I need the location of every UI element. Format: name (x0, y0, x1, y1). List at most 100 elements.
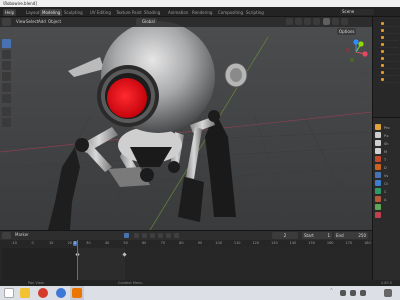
current-frame-field[interactable]: 2 (272, 232, 298, 239)
tab-texture-paint[interactable]: Texture Paint (114, 9, 144, 16)
shading-rendered-icon[interactable] (341, 18, 348, 25)
properties-section-label[interactable]: C (384, 190, 386, 194)
notifications-icon[interactable] (384, 289, 392, 297)
tab-compositing[interactable]: Compositing (216, 9, 245, 16)
network-icon[interactable] (340, 290, 346, 296)
outliner-panel[interactable] (372, 17, 400, 117)
options-dropdown[interactable]: Options (337, 28, 357, 35)
ruler-tick-label: 110 (233, 241, 241, 245)
properties-section-label[interactable]: T (384, 158, 386, 162)
outliner-row[interactable] (379, 49, 399, 55)
move-tool-icon[interactable] (2, 61, 11, 70)
render-properties-icon[interactable] (375, 132, 381, 138)
properties-section-label[interactable]: A (384, 198, 386, 202)
outliner-row[interactable] (379, 56, 399, 62)
properties-panel[interactable]: Pro P.s Sh M T D Vs Ct C A (372, 117, 400, 280)
tool-properties-icon[interactable] (375, 124, 381, 130)
select-box-tool-icon[interactable] (2, 39, 11, 48)
chrome-icon[interactable] (56, 288, 66, 298)
scene-properties-icon[interactable] (375, 156, 381, 162)
3d-viewport[interactable]: View Select Add Object Global Options (0, 17, 372, 230)
cursor-tool-icon[interactable] (2, 50, 11, 59)
tab-sculpting[interactable]: Sculpting (62, 9, 85, 16)
world-properties-icon[interactable] (375, 164, 381, 170)
properties-section-label[interactable]: Ct (384, 182, 388, 186)
end-frame-field[interactable]: End 250 (334, 232, 368, 239)
tab-uv-editing[interactable]: UV Editing (88, 9, 113, 16)
transform-orientation-dropdown[interactable]: Global (136, 18, 157, 25)
jump-end-icon[interactable] (174, 233, 179, 238)
data-properties-icon[interactable] (375, 204, 381, 210)
ruler-tick-label: 100 (215, 241, 222, 245)
file-explorer-icon[interactable] (20, 288, 30, 298)
overlay-toggle-icon[interactable] (304, 18, 311, 25)
timeline-editor[interactable]: Marker 2 Start 1 End 250 -10 0 10 20 30 40 50 6… (0, 230, 372, 281)
outliner-row[interactable] (379, 42, 399, 48)
playhead-line[interactable] (77, 240, 78, 281)
robot-shoulder-inner (230, 68, 242, 82)
outliner-row[interactable] (379, 21, 399, 27)
scale-tool-icon[interactable] (2, 83, 11, 92)
tray-chevron-icon[interactable]: ^ (330, 288, 333, 292)
battery-icon[interactable] (360, 290, 366, 296)
properties-section-label[interactable]: M (384, 150, 387, 154)
start-menu-icon[interactable] (4, 288, 14, 298)
tab-rendering[interactable]: Rendering (190, 9, 214, 16)
outliner-row[interactable] (379, 63, 399, 69)
browser-icon[interactable] (38, 288, 48, 298)
physics-properties-icon[interactable] (375, 188, 381, 194)
annotate-tool-icon[interactable] (2, 107, 11, 116)
navigation-gizmo[interactable] (344, 39, 368, 65)
scene-selector[interactable]: Scene (340, 9, 374, 15)
play-reverse-icon[interactable] (150, 233, 155, 238)
properties-section-label[interactable]: Pro (384, 126, 390, 130)
view-layer-properties-icon[interactable] (375, 148, 381, 154)
properties-section-label[interactable]: Vs (384, 174, 388, 178)
start-frame-label: Start (304, 233, 314, 238)
properties-section-label[interactable]: P.s (384, 134, 389, 138)
play-icon[interactable] (158, 233, 163, 238)
keyframe-marker[interactable] (122, 252, 127, 257)
outliner-row[interactable] (379, 70, 399, 76)
perspective-toggle-icon[interactable] (360, 99, 368, 107)
transform-tool-icon[interactable] (2, 94, 11, 103)
tab-modeling[interactable]: Modeling (40, 9, 63, 16)
timeline-ruler[interactable]: -10 0 10 20 30 40 50 60 70 80 90 100 110 120 130 140 150… (0, 240, 372, 247)
modifier-properties-icon[interactable] (375, 180, 381, 186)
gizmo-toggle-icon[interactable] (295, 18, 302, 25)
object-properties-icon[interactable] (375, 172, 381, 178)
tab-animation[interactable]: Animation (166, 9, 190, 16)
menu-object[interactable]: Object (46, 18, 63, 26)
shading-material-icon[interactable] (332, 18, 339, 25)
material-properties-icon[interactable] (375, 212, 381, 218)
tab-layout[interactable]: Layout (24, 9, 42, 16)
blender-taskbar-icon[interactable] (72, 288, 82, 298)
auto-keying-icon[interactable] (124, 233, 129, 238)
prev-keyframe-icon[interactable] (142, 233, 147, 238)
editor-type-button[interactable] (2, 18, 11, 26)
shading-solid-icon[interactable] (323, 18, 330, 25)
measure-tool-icon[interactable] (2, 118, 11, 127)
start-frame-field[interactable]: Start 1 (302, 232, 332, 239)
tab-shading[interactable]: Shading (142, 9, 162, 16)
view-object-types-icon[interactable] (286, 18, 293, 25)
rotate-tool-icon[interactable] (2, 72, 11, 81)
properties-section-label[interactable]: Sh (384, 142, 388, 146)
xray-toggle-icon[interactable] (313, 18, 320, 25)
outliner-row[interactable] (379, 77, 399, 83)
jump-start-icon[interactable] (134, 233, 139, 238)
camera-view-icon[interactable] (360, 89, 368, 97)
next-keyframe-icon[interactable] (166, 233, 171, 238)
output-properties-icon[interactable] (375, 140, 381, 146)
zoom-icon[interactable] (360, 69, 368, 77)
timeline-editor-type-button[interactable] (2, 232, 11, 239)
pan-hand-icon[interactable] (360, 79, 368, 87)
volume-icon[interactable] (350, 290, 356, 296)
tab-scripting[interactable]: Scripting (244, 9, 266, 16)
outliner-row[interactable] (379, 35, 399, 41)
constraint-properties-icon[interactable] (375, 196, 381, 202)
outliner-row[interactable] (379, 28, 399, 34)
menu-marker[interactable]: Marker (13, 231, 31, 239)
properties-section-label[interactable]: D (384, 166, 387, 170)
help-menu[interactable]: Help (3, 9, 17, 16)
